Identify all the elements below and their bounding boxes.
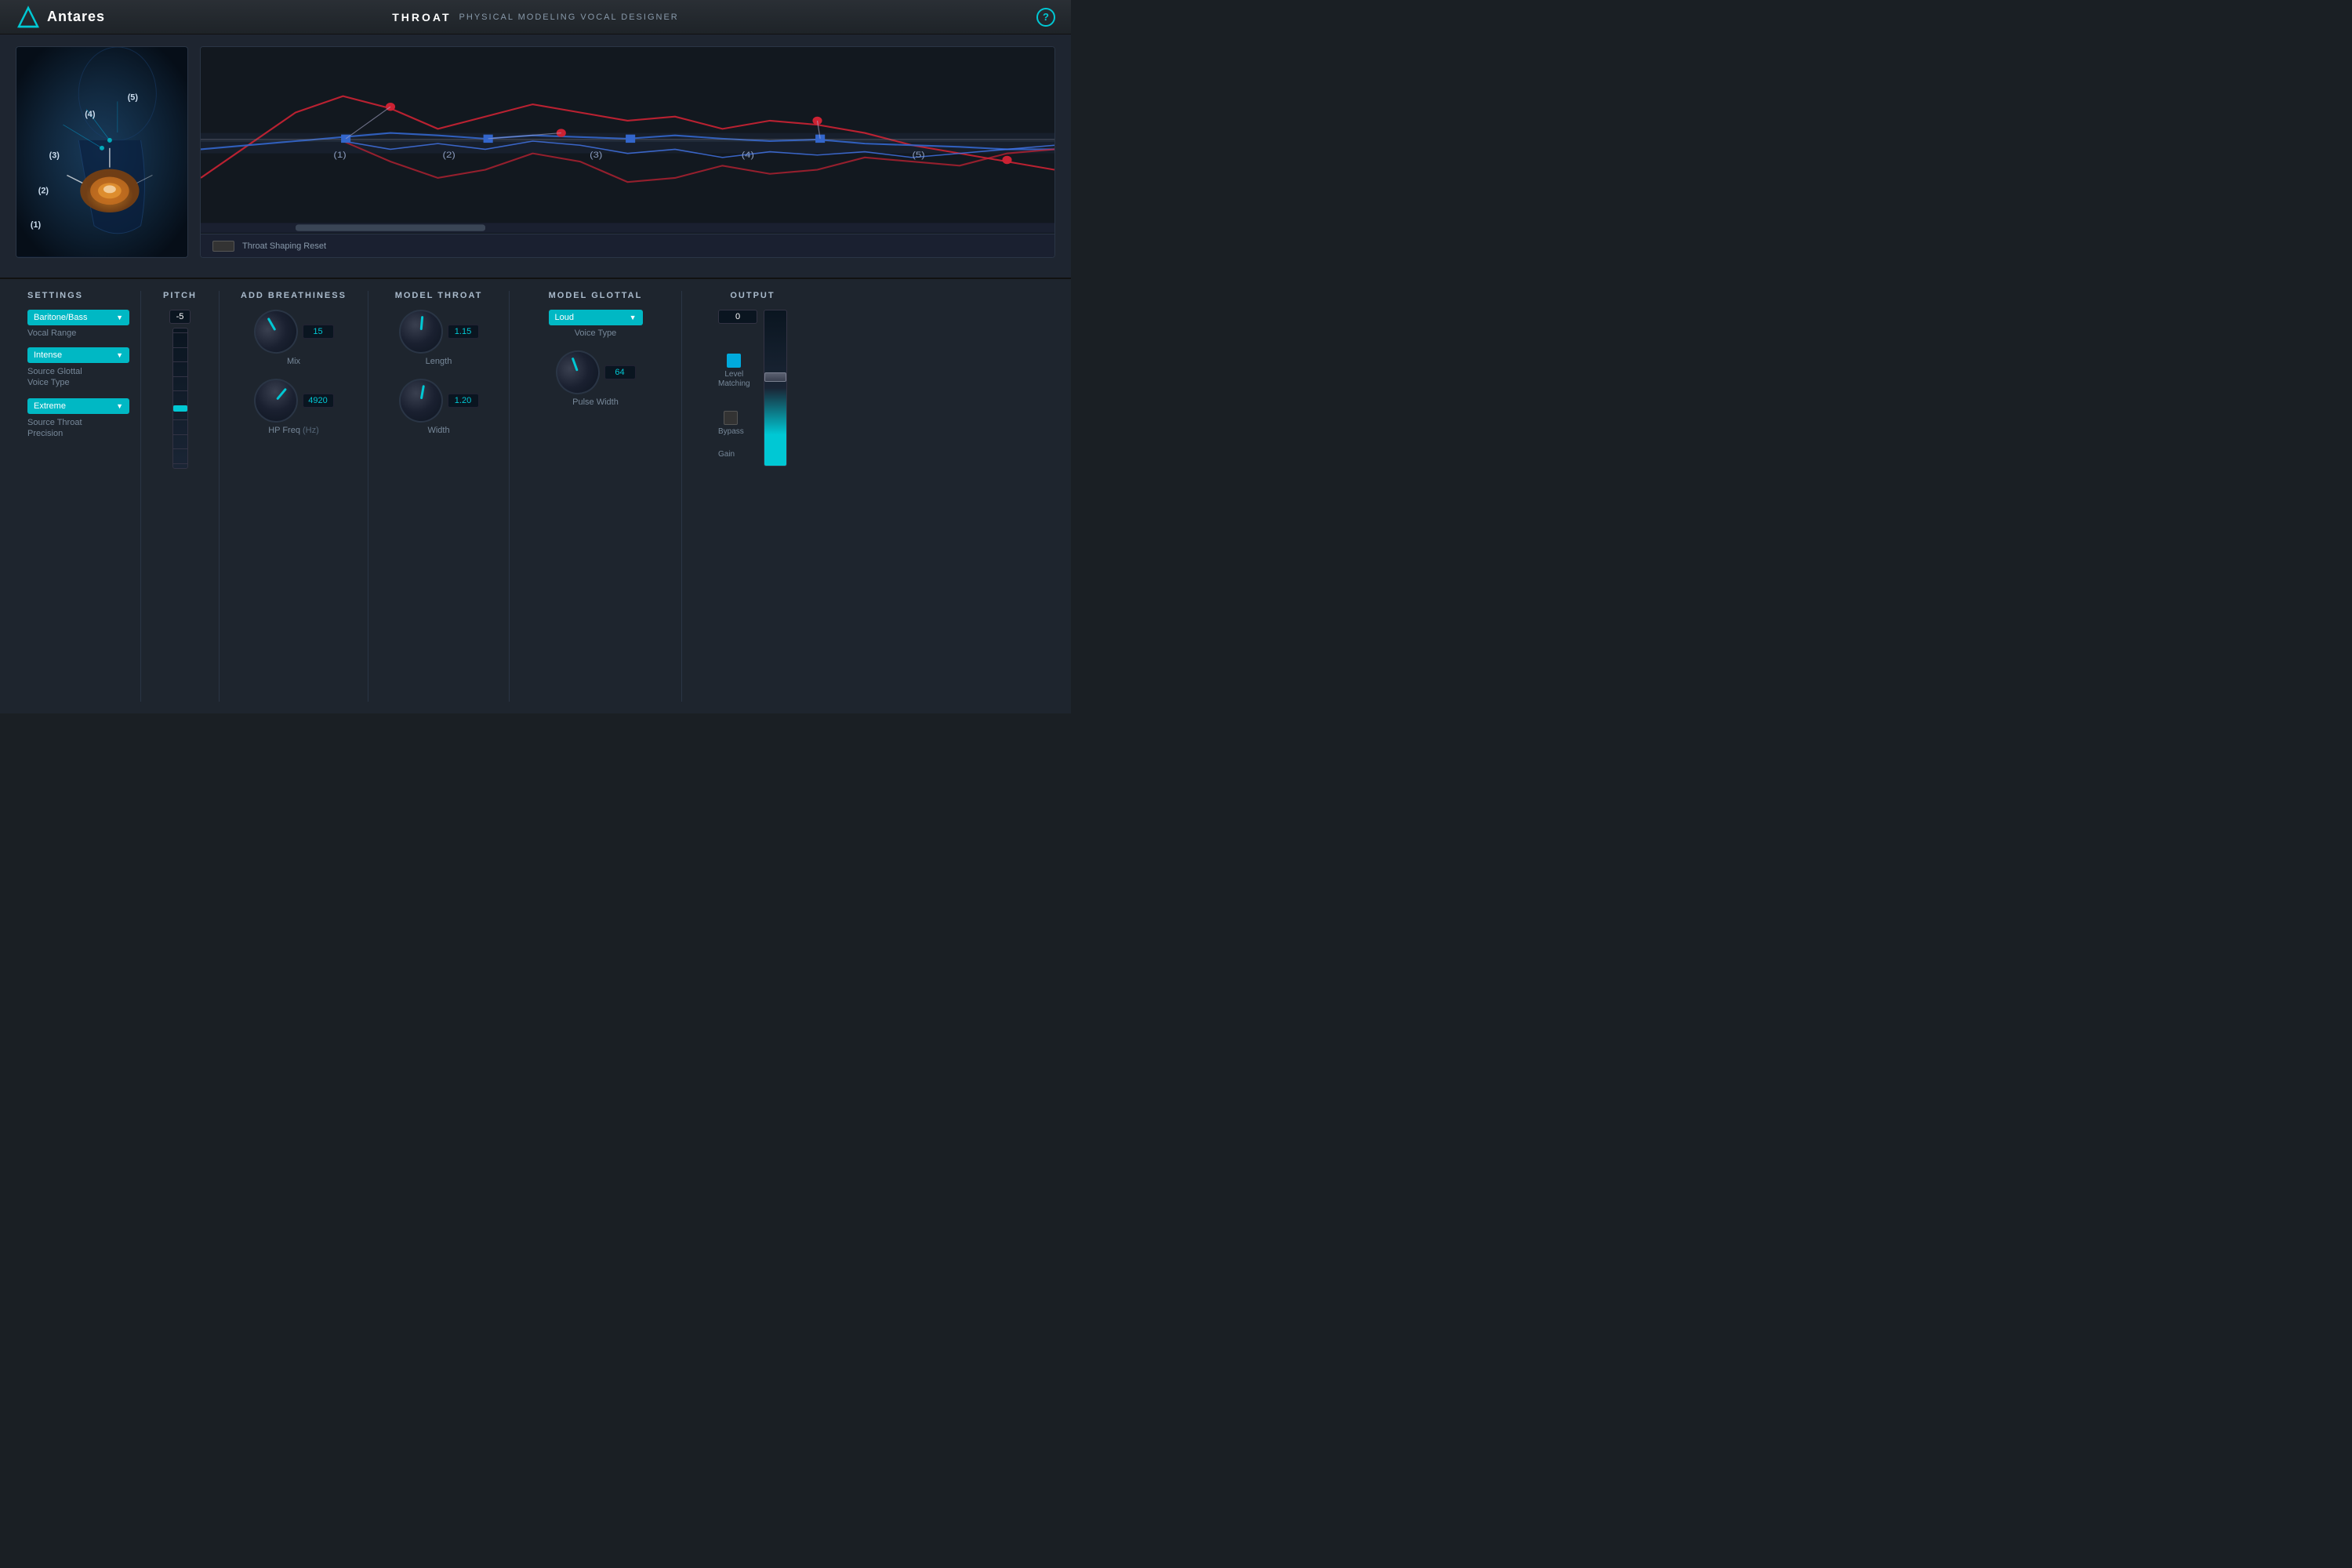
level-matching-indicator bbox=[727, 354, 741, 368]
model-glottal-controls: Loud ▼ Voice Type 64 Pulse Width bbox=[549, 310, 643, 407]
pitch-slider-container: -5 bbox=[169, 310, 191, 469]
mix-knob[interactable] bbox=[245, 302, 305, 361]
bypass-button[interactable]: Bypass bbox=[718, 411, 744, 436]
settings-section: SETTINGS Baritone/Bass ▼ Vocal Range Int… bbox=[16, 291, 141, 702]
hp-freq-label: HP Freq (Hz) bbox=[268, 426, 319, 435]
width-knob-row: 1.20 bbox=[399, 379, 479, 423]
reset-toggle[interactable] bbox=[212, 241, 234, 252]
pitch-title: PITCH bbox=[163, 291, 197, 300]
logo-text: Antares bbox=[47, 9, 105, 25]
length-knob[interactable] bbox=[397, 308, 445, 356]
dropdown-arrow-3: ▼ bbox=[116, 402, 123, 410]
logo-area: Antares bbox=[16, 5, 105, 30]
breathiness-section: ADD BREATHINESS 15 Mix 4920 HP Freq (Hz) bbox=[220, 291, 368, 702]
throat-precision-label: Source Throat Precision bbox=[27, 417, 82, 440]
hp-freq-knob-row: 4920 bbox=[254, 379, 334, 423]
length-knob-group: 1.15 Length bbox=[399, 310, 479, 366]
svg-text:(5): (5) bbox=[913, 150, 925, 160]
breathiness-title: ADD BREATHINESS bbox=[241, 291, 347, 300]
mix-label: Mix bbox=[287, 357, 300, 366]
pitch-section: PITCH -5 bbox=[141, 291, 220, 702]
svg-text:(1): (1) bbox=[31, 220, 42, 230]
reset-bar: Throat Shaping Reset bbox=[201, 234, 1054, 257]
throat-svg: (1) (2) (3) (4) (5) bbox=[16, 47, 187, 257]
reset-label: Throat Shaping Reset bbox=[242, 241, 326, 251]
output-value: 0 bbox=[718, 310, 757, 324]
pulse-width-label: Pulse Width bbox=[572, 397, 619, 407]
pitch-slider-track[interactable] bbox=[172, 328, 188, 469]
mix-knob-row: 15 bbox=[254, 310, 334, 354]
gain-label: Gain bbox=[718, 450, 735, 459]
fader-track[interactable] bbox=[764, 310, 787, 466]
svg-text:(2): (2) bbox=[38, 186, 49, 195]
dropdown-arrow-2: ▼ bbox=[116, 351, 123, 359]
svg-text:(3): (3) bbox=[590, 150, 602, 160]
voice-type-label: Voice Type bbox=[575, 328, 617, 338]
hp-freq-knob[interactable] bbox=[245, 370, 307, 432]
output-slider-group: 0 Level Matching Bypass Gain bbox=[718, 310, 787, 466]
top-panel: (1) (2) (3) (4) (5) bbox=[0, 34, 1071, 278]
glottal-type-dropdown[interactable]: Intense ▼ bbox=[27, 347, 129, 363]
waveform-svg: (1) (2) (3) (4) (5) bbox=[201, 47, 1054, 235]
header: Antares THROAT PHYSICAL MODELING VOCAL D… bbox=[0, 0, 1071, 34]
level-matching-button[interactable]: Level Matching bbox=[718, 354, 750, 389]
glottal-type-label: Source Glottal Voice Type bbox=[27, 366, 82, 389]
pitch-dashes bbox=[173, 328, 187, 468]
width-label: Width bbox=[427, 426, 449, 435]
vocal-range-dropdown[interactable]: Baritone/Bass ▼ bbox=[27, 310, 129, 325]
app-title: THROAT bbox=[392, 11, 451, 24]
pitch-value: -5 bbox=[169, 310, 191, 324]
pulse-width-value: 64 bbox=[604, 365, 636, 379]
app-subtitle: PHYSICAL MODELING VOCAL DESIGNER bbox=[459, 13, 679, 22]
svg-text:(3): (3) bbox=[49, 151, 60, 161]
svg-text:(2): (2) bbox=[443, 150, 456, 160]
output-section: OUTPUT 0 Level Matching Bypass Gain bbox=[682, 291, 823, 702]
header-title: THROAT PHYSICAL MODELING VOCAL DESIGNER bbox=[392, 11, 678, 24]
width-knob-group: 1.20 Width bbox=[399, 379, 479, 435]
model-glottal-title: MODEL GLOTTAL bbox=[549, 291, 643, 300]
throat-precision-dropdown[interactable]: Extreme ▼ bbox=[27, 398, 129, 414]
length-label: Length bbox=[426, 357, 452, 366]
svg-text:(1): (1) bbox=[333, 150, 346, 160]
hp-freq-value: 4920 bbox=[303, 394, 334, 408]
pulse-width-knob[interactable] bbox=[550, 344, 606, 401]
bypass-indicator bbox=[724, 411, 738, 425]
output-controls: 0 Level Matching Bypass Gain bbox=[718, 310, 757, 459]
output-fader[interactable] bbox=[764, 310, 787, 466]
voice-type-dropdown[interactable]: Loud ▼ bbox=[549, 310, 643, 325]
mix-knob-group: 15 Mix bbox=[254, 310, 334, 366]
antares-logo-icon bbox=[16, 5, 41, 30]
hp-freq-knob-group: 4920 HP Freq (Hz) bbox=[254, 379, 334, 435]
bypass-label: Bypass bbox=[718, 427, 744, 436]
model-glottal-section: MODEL GLOTTAL Loud ▼ Voice Type 64 Pulse… bbox=[510, 291, 682, 702]
waveform-canvas[interactable]: (1) (2) (3) (4) (5) bbox=[201, 47, 1054, 235]
level-matching-label: Level Matching bbox=[718, 370, 750, 389]
svg-text:(4): (4) bbox=[85, 110, 96, 119]
length-value: 1.15 bbox=[448, 325, 479, 339]
help-button[interactable]: ? bbox=[1036, 8, 1055, 27]
mix-value: 15 bbox=[303, 325, 334, 339]
pulse-width-knob-row: 64 bbox=[556, 350, 636, 394]
pulse-width-knob-group: 64 Pulse Width bbox=[556, 350, 636, 407]
vocal-range-label: Vocal Range bbox=[27, 328, 76, 338]
pitch-thumb[interactable] bbox=[173, 405, 187, 412]
fader-thumb[interactable] bbox=[764, 372, 786, 382]
width-knob[interactable] bbox=[395, 376, 446, 426]
dropdown-arrow: ▼ bbox=[116, 314, 123, 321]
bottom-panel: SETTINGS Baritone/Bass ▼ Vocal Range Int… bbox=[0, 278, 1071, 713]
settings-title: SETTINGS bbox=[27, 291, 83, 300]
waveform-panel: (1) (2) (3) (4) (5) Throat Shaping Reset bbox=[200, 46, 1055, 258]
model-throat-section: MODEL THROAT 1.15 Length 1.20 Width bbox=[368, 291, 510, 702]
width-value: 1.20 bbox=[448, 394, 479, 408]
svg-text:(5): (5) bbox=[128, 93, 139, 102]
throat-image: (1) (2) (3) (4) (5) bbox=[16, 46, 188, 258]
model-throat-controls: 1.15 Length 1.20 Width bbox=[399, 310, 479, 435]
svg-text:(4): (4) bbox=[742, 150, 754, 160]
output-title: OUTPUT bbox=[730, 291, 775, 300]
length-knob-row: 1.15 bbox=[399, 310, 479, 354]
breathiness-controls: 15 Mix 4920 HP Freq (Hz) bbox=[254, 310, 334, 435]
model-throat-title: MODEL THROAT bbox=[395, 291, 483, 300]
